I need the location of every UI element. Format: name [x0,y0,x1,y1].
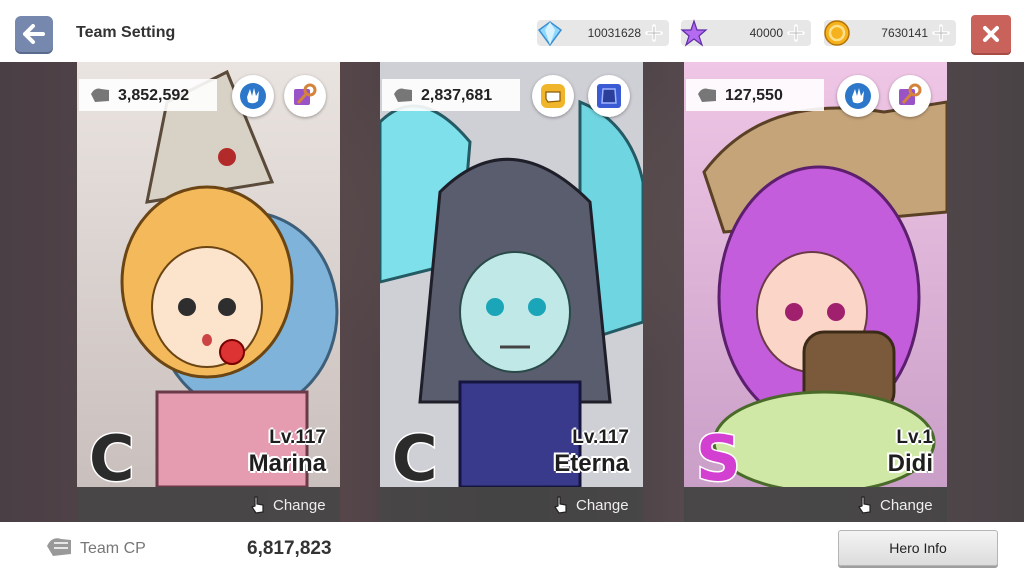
class-badge[interactable] [532,75,574,117]
currency-gold: 7630141 [824,20,956,46]
key-item-icon [899,83,922,105]
hero-card-3[interactable]: 127,550 S Lv.1 Didi Change [684,62,947,522]
cp-fist-icon [91,88,109,102]
item-badge[interactable] [588,75,630,117]
cp-fist-icon [394,88,412,102]
cp-fist-icon [698,88,716,102]
hero-cp-value: 127,550 [725,87,783,104]
currency-diamond: 10031628 [537,20,669,47]
pointer-hand-icon [858,496,871,514]
plus-icon[interactable] [787,24,805,42]
hero-card-1[interactable]: 3,852,592 C Lv.117 Marina Change [77,62,340,522]
hero-cp-pill: 127,550 [686,79,824,111]
class-badge[interactable] [232,75,274,117]
page-title: Team Setting [76,24,176,41]
back-button[interactable] [15,16,53,52]
change-label: Change [880,497,933,514]
arrow-left-icon [23,24,45,44]
close-icon [983,26,999,42]
pointer-hand-icon [554,496,567,514]
hero-grade: C [391,421,439,497]
hero-name: Eterna [554,450,629,477]
plus-icon[interactable] [645,24,663,42]
hero-level: Lv.1 [896,427,933,448]
hero-name: Marina [248,450,326,477]
team-cp-value: 6,817,823 [247,538,332,559]
top-bar: Team Setting 10031628 40000 7630141 [0,0,1024,62]
hero-cp-value: 2,837,681 [421,87,493,104]
hero-card-2[interactable]: 2,837,681 C Lv.117 Eterna Change [380,62,643,522]
hero-level: Lv.117 [572,427,629,448]
hero-info-button[interactable]: Hero Info [838,530,998,566]
hero-cp-pill: 2,837,681 [382,79,520,111]
key-item-icon [294,83,317,105]
close-button[interactable] [971,15,1011,53]
plus-icon[interactable] [932,24,950,42]
gold-count: 7630141 [881,26,928,40]
change-hero-button[interactable]: Change [380,487,643,522]
hero-cp-value: 3,852,592 [118,87,190,104]
diamond-count: 10031628 [587,26,641,40]
team-cp-icon [47,538,71,556]
change-hero-button[interactable]: Change [684,487,947,522]
star-crystal-count: 40000 [749,26,783,40]
armor-item-icon [597,84,621,108]
hand-class-icon [240,83,266,109]
change-label: Change [273,497,326,514]
hero-name: Didi [887,450,933,477]
bottom-bar: Team CP 6,817,823 Hero Info [0,522,1024,576]
currency-star-crystal: 40000 [680,19,811,47]
star-crystal-icon [680,19,708,47]
hero-level: Lv.117 [269,427,326,448]
change-hero-button[interactable]: Change [77,487,340,522]
pointer-hand-icon [251,496,264,514]
gold-coin-icon [824,20,850,46]
item-badge[interactable] [889,75,931,117]
hero-cp-pill: 3,852,592 [79,79,217,111]
hero-grade: S [695,421,743,497]
class-badge[interactable] [837,75,879,117]
team-cp-label: Team CP [80,540,146,557]
hero-grade: C [88,421,136,497]
item-badge[interactable] [284,75,326,117]
hand-class-icon [845,83,871,109]
diamond-icon [537,21,563,47]
fist-class-icon [541,84,565,108]
change-label: Change [576,497,629,514]
